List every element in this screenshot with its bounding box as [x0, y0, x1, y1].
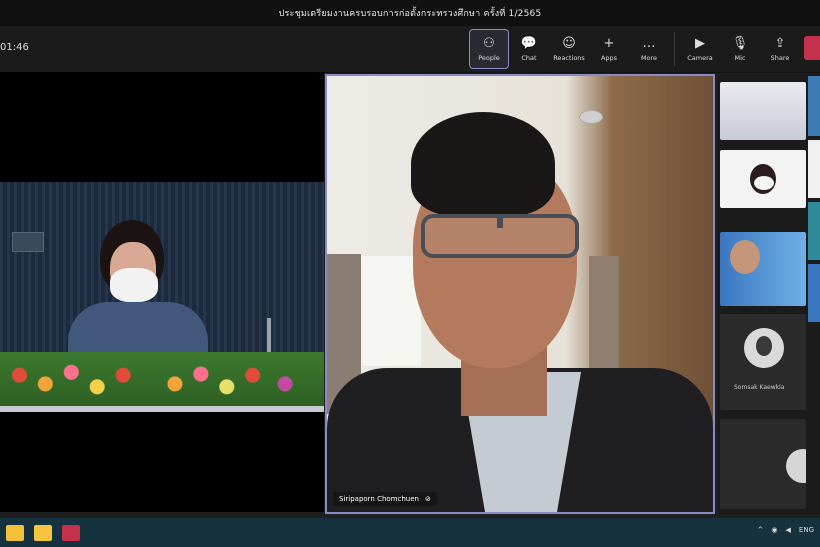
participant-tile[interactable] [720, 232, 806, 306]
speaker-hair [411, 112, 555, 216]
windows-taskbar: ^ ◉ ◀ ENG [0, 518, 820, 547]
system-tray: ^ ◉ ◀ ENG [758, 526, 814, 534]
camera-label: Camera [687, 53, 713, 62]
speaker-name: Siripaporn Chomchuen [339, 495, 419, 503]
share-label: Share [770, 53, 790, 62]
participant-tile[interactable] [720, 150, 806, 208]
apps-button[interactable]: + Apps [590, 30, 628, 68]
people-button[interactable]: ⚇ People [469, 29, 509, 69]
speaker-name-tag: Siripaporn Chomchuen ⊘ [333, 492, 437, 506]
leave-button[interactable] [804, 36, 820, 60]
camera-button[interactable]: ▶ Camera [681, 30, 719, 68]
reactions-label: Reactions [553, 53, 585, 62]
tray-chevron-icon[interactable]: ^ [758, 526, 764, 534]
ceiling-light [579, 110, 603, 124]
overflow-tile[interactable] [808, 202, 820, 260]
face-mask [754, 176, 774, 190]
participant-tile[interactable] [720, 82, 806, 140]
table-edge [0, 406, 324, 412]
mic-button[interactable]: 🎙 Mic [721, 30, 759, 68]
active-speaker-video[interactable]: Siripaporn Chomchuen ⊘ [325, 74, 715, 514]
overflow-tile[interactable] [808, 264, 820, 322]
language-indicator[interactable]: ENG [799, 526, 814, 534]
meeting-controls: ⚇ People 💬 Chat ☺ Reactions + Apps … Mor… [469, 29, 799, 69]
participant-tile[interactable] [720, 419, 806, 509]
file-explorer-icon[interactable] [34, 524, 52, 541]
overflow-tile[interactable] [808, 140, 820, 198]
mic-label: Mic [734, 53, 746, 62]
more-button[interactable]: … More [630, 30, 668, 68]
mic-icon: 🎙 [731, 35, 749, 51]
chat-label: Chat [521, 53, 537, 62]
room-video-feed[interactable] [0, 72, 324, 512]
apps-icon: + [603, 35, 615, 51]
apps-label: Apps [600, 53, 618, 62]
meeting-toolbar: 01:46 ⚇ People 💬 Chat ☺ Reactions + Apps… [0, 26, 820, 73]
more-label: More [640, 53, 658, 62]
toolbar-divider [674, 32, 675, 66]
face-mask [110, 268, 158, 302]
participant-name: Somsak Kaewkla [734, 384, 785, 391]
flower-arrangement [0, 352, 324, 410]
participant-avatar [744, 328, 784, 368]
window-title-bar: ประชุมเตรียมงานครบรอบการก่อตั้งกระทรวงศึ… [0, 0, 820, 26]
camera-icon: ▶ [695, 35, 705, 51]
more-icon: … [642, 35, 656, 51]
reactions-icon: ☺ [562, 35, 576, 51]
participant-tile[interactable]: Somsak Kaewkla [720, 314, 806, 410]
share-icon: ⇪ [774, 35, 786, 51]
participant-face [730, 240, 760, 274]
wall-screen [12, 232, 44, 252]
eyeglasses [421, 214, 579, 258]
room-window [361, 256, 421, 366]
meeting-timer: 01:46 [0, 42, 29, 53]
share-button[interactable]: ⇪ Share [761, 30, 799, 68]
teams-icon[interactable] [62, 524, 80, 541]
participant-gallery: Somsak Kaewkla [718, 74, 820, 514]
volume-icon[interactable]: ◀ [786, 526, 791, 534]
overflow-tile[interactable] [808, 76, 820, 136]
chat-icon: 💬 [520, 35, 538, 51]
muted-mic-icon: ⊘ [424, 495, 431, 503]
chat-button[interactable]: 💬 Chat [510, 30, 548, 68]
participant-avatar [786, 449, 806, 483]
reactions-button[interactable]: ☺ Reactions [550, 30, 588, 68]
meeting-title: ประชุมเตรียมงานครบรอบการก่อตั้งกระทรวงศึ… [278, 9, 542, 19]
people-icon: ⚇ [483, 35, 495, 51]
wifi-icon[interactable]: ◉ [771, 526, 777, 534]
people-label: People [478, 53, 500, 62]
folder-icon[interactable] [6, 524, 24, 541]
conference-room-scene [0, 182, 324, 412]
